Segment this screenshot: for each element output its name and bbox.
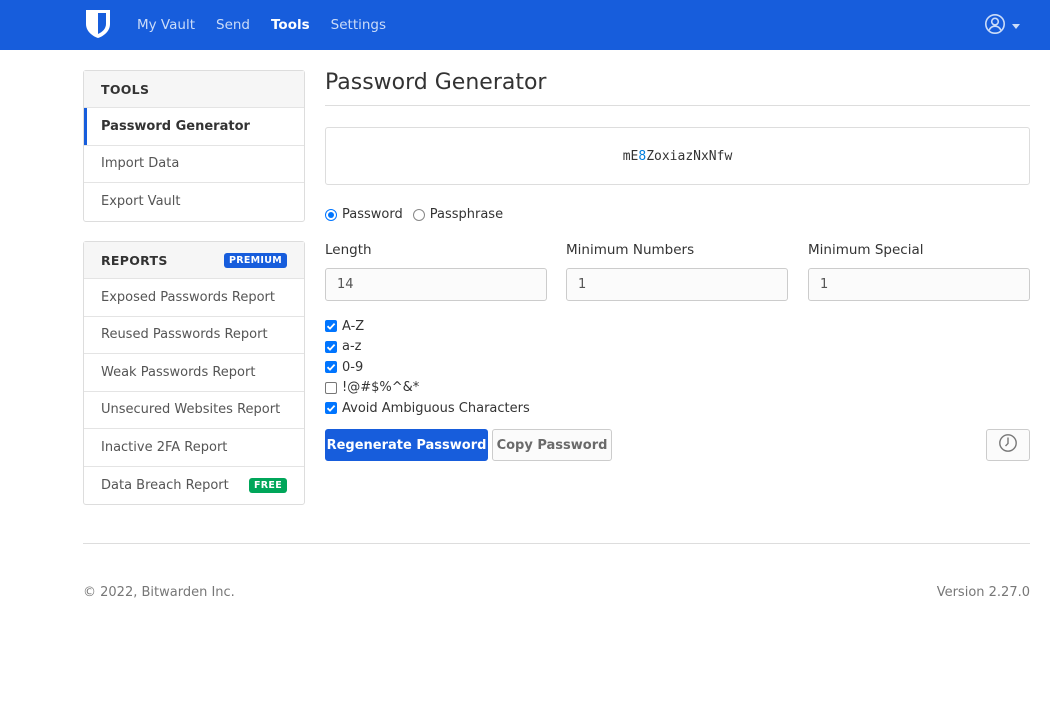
reports-header-label: REPORTS [101, 252, 168, 268]
sidebar-item-label: Inactive 2FA Report [101, 439, 228, 455]
sidebar-item-reused-passwords[interactable]: Reused Passwords Report [84, 317, 304, 354]
password-type-radio[interactable] [325, 208, 337, 221]
sidebar-item-label: Export Vault [101, 194, 181, 210]
special-label[interactable]: !@#$%^&* [342, 380, 419, 395]
user-circle-icon [984, 13, 1006, 39]
lowercase-label[interactable]: a-z [342, 339, 361, 354]
nav-send[interactable]: Send [216, 17, 250, 33]
special-checkbox[interactable] [325, 381, 337, 394]
avoid-ambiguous-label[interactable]: Avoid Ambiguous Characters [342, 401, 530, 416]
sidebar-item-label: Password Generator [101, 118, 250, 134]
password-letters: ZoxiazNxNfw [646, 148, 733, 164]
uppercase-label[interactable]: A-Z [342, 319, 364, 334]
min-numbers-label: Minimum Numbers [566, 242, 695, 258]
title-divider [325, 105, 1030, 106]
reports-card: REPORTS PREMIUM Exposed Passwords Report… [83, 241, 305, 505]
avoid-ambiguous-checkbox[interactable] [325, 402, 337, 415]
sidebar-item-unsecured-websites[interactable]: Unsecured Websites Report [84, 392, 304, 429]
nav-settings[interactable]: Settings [331, 17, 386, 33]
numbers-checkbox[interactable] [325, 361, 337, 374]
lowercase-option: a-z [325, 337, 530, 358]
password-number: 8 [638, 148, 647, 164]
sidebar-item-export-vault[interactable]: Export Vault [84, 183, 304, 221]
generated-password-display[interactable]: mE 8 ZoxiazNxNfw [325, 127, 1030, 185]
nav-tools[interactable]: Tools [271, 17, 310, 33]
copy-password-button[interactable]: Copy Password [492, 429, 612, 461]
copyright-text: © 2022, Bitwarden Inc. [83, 585, 235, 600]
passphrase-type-radio[interactable] [412, 208, 425, 221]
bitwarden-shield-logo[interactable] [84, 9, 112, 39]
page-title: Password Generator [325, 70, 547, 95]
sidebar-item-import-data[interactable]: Import Data [84, 146, 304, 183]
sidebar-item-label: Exposed Passwords Report [101, 289, 275, 305]
sidebar-item-password-generator[interactable]: Password Generator [84, 108, 304, 146]
special-option: !@#$%^&* [325, 378, 530, 399]
password-history-button[interactable] [986, 429, 1030, 461]
lowercase-checkbox[interactable] [325, 340, 337, 353]
sidebar-item-exposed-passwords[interactable]: Exposed Passwords Report [84, 279, 304, 317]
sidebar-item-data-breach[interactable]: Data Breach Report FREE [84, 467, 304, 505]
min-numbers-field: Minimum Numbers [566, 242, 788, 301]
version-text: Version 2.27.0 [936, 585, 1030, 600]
length-label: Length [325, 242, 372, 258]
min-special-field: Minimum Special [808, 242, 1030, 301]
clock-icon [998, 433, 1018, 457]
regenerate-password-button[interactable]: Regenerate Password [325, 429, 488, 461]
min-numbers-input[interactable] [566, 268, 788, 301]
sidebar-item-label: Unsecured Websites Report [101, 402, 281, 418]
chevron-down-icon [1012, 23, 1020, 29]
nav-my-vault[interactable]: My Vault [137, 17, 195, 33]
reports-header: REPORTS PREMIUM [84, 242, 304, 279]
min-special-label: Minimum Special [808, 242, 924, 258]
avoid-ambiguous-option: Avoid Ambiguous Characters [325, 398, 530, 419]
tools-header-label: TOOLS [101, 81, 150, 97]
length-field: Length [325, 242, 547, 301]
free-badge: FREE [249, 477, 287, 493]
account-menu-button[interactable] [984, 13, 1020, 39]
generator-type-radio-group: Password Passphrase [325, 207, 513, 222]
password-letters: mE [622, 148, 639, 164]
sidebar-item-label: Data Breach Report [101, 477, 229, 493]
sidebar-item-label: Reused Passwords Report [101, 327, 268, 343]
length-input[interactable] [325, 268, 547, 301]
tools-header: TOOLS [84, 71, 304, 108]
footer-divider [83, 543, 1030, 544]
uppercase-option: A-Z [325, 316, 530, 337]
min-special-input[interactable] [808, 268, 1030, 301]
sidebar-item-label: Import Data [101, 156, 180, 172]
sidebar-item-label: Weak Passwords Report [101, 364, 256, 380]
top-navbar: My Vault Send Tools Settings [0, 0, 1050, 50]
sidebar-item-weak-passwords[interactable]: Weak Passwords Report [84, 354, 304, 392]
nav-links: My Vault Send Tools Settings [137, 0, 407, 50]
character-options: A-Z a-z 0-9 !@#$%^&* Avoid Ambiguous Cha… [325, 316, 530, 419]
numbers-option: 0-9 [325, 357, 530, 378]
numbers-label[interactable]: 0-9 [342, 360, 363, 375]
sidebar-item-inactive-2fa[interactable]: Inactive 2FA Report [84, 429, 304, 467]
uppercase-checkbox[interactable] [325, 320, 337, 333]
password-type-label[interactable]: Password [342, 207, 403, 222]
tools-card: TOOLS Password Generator Import Data Exp… [83, 70, 305, 222]
passphrase-type-label[interactable]: Passphrase [430, 207, 503, 222]
premium-badge: PREMIUM [223, 252, 287, 268]
